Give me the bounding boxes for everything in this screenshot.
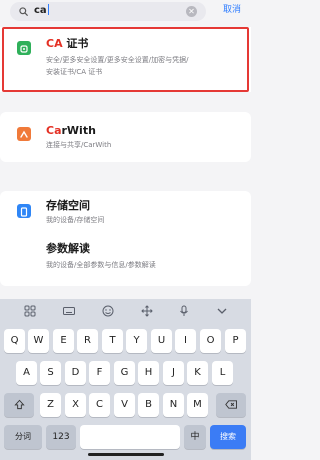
key[interactable]: V: [114, 393, 135, 417]
number-key[interactable]: 123: [46, 425, 76, 449]
key[interactable]: G: [114, 361, 135, 385]
result-title: CarWith: [46, 124, 96, 137]
text-caret: [47, 4, 49, 15]
result-item-carwith[interactable]: CarWith 连接与共享/CarWith: [0, 112, 251, 162]
mic-icon[interactable]: [178, 305, 190, 317]
space-key[interactable]: [80, 425, 180, 449]
key[interactable]: X: [65, 393, 86, 417]
key[interactable]: F: [89, 361, 110, 385]
cursor-move-icon[interactable]: [141, 305, 153, 317]
result-path: 我的设备/存储空间: [46, 216, 105, 224]
clear-icon[interactable]: ✕: [186, 6, 197, 17]
key[interactable]: R: [77, 329, 98, 353]
result-item-params[interactable]: 参数解读 我的设备/全部参数与信息/参数解读: [0, 236, 251, 286]
search-bar: ca ✕ 取消: [0, 0, 251, 26]
key[interactable]: J: [163, 361, 184, 385]
key[interactable]: D: [65, 361, 86, 385]
language-key[interactable]: 中: [184, 425, 206, 449]
cancel-button[interactable]: 取消: [223, 4, 241, 16]
backspace-key[interactable]: [216, 393, 246, 417]
result-path: 我的设备/全部参数与信息/参数解读: [46, 261, 156, 269]
shift-icon: [13, 399, 25, 410]
key[interactable]: W: [28, 329, 49, 353]
search-input[interactable]: ca ✕: [10, 2, 206, 21]
key[interactable]: H: [138, 361, 159, 385]
key[interactable]: I: [175, 329, 196, 353]
result-item-storage[interactable]: 存储空间 我的设备/存储空间: [0, 191, 251, 236]
collapse-icon[interactable]: [216, 305, 228, 317]
key[interactable]: O: [200, 329, 221, 353]
key[interactable]: N: [163, 393, 184, 417]
carwith-icon: [17, 127, 31, 141]
result-card-carwith: CarWith 连接与共享/CarWith: [0, 112, 251, 162]
key[interactable]: L: [212, 361, 233, 385]
key[interactable]: T: [102, 329, 123, 353]
backspace-icon: [224, 400, 237, 409]
language-icon: 中: [190, 432, 200, 442]
key[interactable]: U: [151, 329, 172, 353]
search-enter-key[interactable]: 搜索: [210, 425, 246, 449]
result-title: 存储空间: [46, 199, 90, 212]
result-card-device: 存储空间 我的设备/存储空间 参数解读 我的设备/全部参数与信息/参数解读: [0, 191, 251, 286]
shift-key[interactable]: [4, 393, 34, 417]
search-icon: [19, 7, 28, 16]
selection-highlight: [2, 27, 249, 92]
key[interactable]: Z: [40, 393, 61, 417]
emoji-icon[interactable]: [102, 305, 114, 317]
result-title: 参数解读: [46, 242, 90, 255]
storage-icon: [17, 204, 31, 218]
keyboard-toolbar: [0, 299, 251, 323]
key[interactable]: B: [138, 393, 159, 417]
key[interactable]: P: [225, 329, 246, 353]
key[interactable]: C: [89, 393, 110, 417]
search-query: ca: [34, 4, 49, 16]
result-path: 连接与共享/CarWith: [46, 141, 112, 149]
keyboard-icon[interactable]: [63, 305, 75, 317]
key[interactable]: Y: [126, 329, 147, 353]
key[interactable]: A: [16, 361, 37, 385]
key[interactable]: E: [53, 329, 74, 353]
keyboard: Q W E R T Y U I O P A S D F G H J K L Z …: [0, 299, 251, 460]
key[interactable]: Q: [4, 329, 25, 353]
home-indicator[interactable]: [88, 453, 164, 456]
key[interactable]: S: [40, 361, 61, 385]
key[interactable]: K: [187, 361, 208, 385]
key[interactable]: M: [187, 393, 208, 417]
grid-icon[interactable]: [24, 305, 36, 317]
number-mode-icon: 123: [52, 432, 70, 442]
fenci-key[interactable]: 分词: [4, 425, 42, 449]
